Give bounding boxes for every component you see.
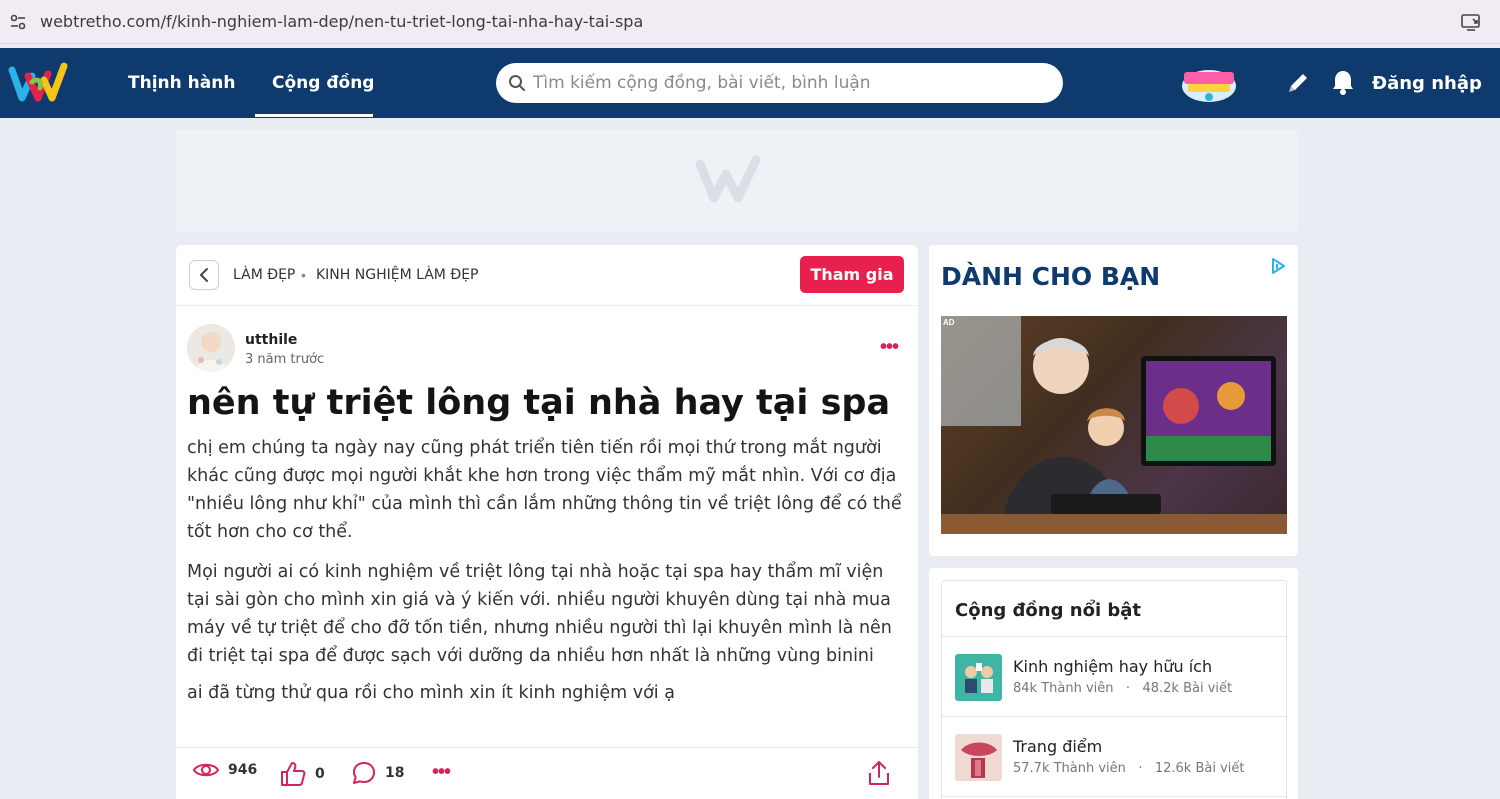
community-posts: 12.6k Bài viết [1154,761,1245,776]
comment-icon [353,762,375,784]
url-text[interactable]: webtretho.com/f/kinh-nghiem-lam-dep/nen-… [40,12,643,31]
join-button[interactable]: Tham gia [800,256,904,293]
breadcrumb-separator: • [301,267,306,283]
stats-separator: · [1125,681,1131,696]
divider [942,716,1286,717]
breadcrumb-category[interactable]: LÀM ĐẸP [233,267,295,283]
post-paragraph: Mọi người ai có kinh nghiệm về triệt lôn… [187,562,892,666]
back-button[interactable] [189,260,219,290]
browser-url-bar: webtretho.com/f/kinh-nghiem-lam-dep/nen-… [0,0,1500,44]
like-count: 0 [315,766,325,782]
divider [176,305,918,306]
search-box[interactable] [496,63,1063,103]
stats-separator: · [1138,761,1143,776]
community-name: Kinh nghiệm hay hữu ích [1013,657,1213,676]
top-navigation: Thịnh hành Cộng đồng Đăng nhập [0,48,1500,118]
comment-count: 18 [385,765,405,781]
baby-avatar-icon [187,324,235,372]
post-time: 3 năm trước [245,352,325,367]
thumbs-up-icon [281,762,306,786]
chevron-left-icon [200,268,208,282]
community-item[interactable]: Trang điểm 57.7k Thành viên · 12.6k Bài … [955,734,1285,794]
community-item[interactable]: Kinh nghiệm hay hữu ích 84k Thành viên ·… [955,654,1285,714]
notification-bell-icon[interactable] [1330,68,1356,96]
share-icon[interactable] [866,759,892,787]
ad-image[interactable]: AD [941,316,1287,534]
ad-label: AD [943,318,955,327]
featured-communities-panel: Cộng đồng nổi bật Kinh nghiệm hay hữu íc… [941,580,1287,799]
featured-communities-card: Cộng đồng nổi bật Kinh nghiệm hay hữu íc… [929,568,1298,799]
nav-community[interactable]: Cộng đồng [272,73,374,93]
eye-icon [192,763,220,777]
view-count-value: 946 [228,762,258,778]
author-avatar[interactable] [187,324,235,372]
site-settings-icon[interactable] [8,12,28,32]
webtretho-logo-icon[interactable] [6,60,70,106]
post-paragraph: ai đã từng thử qua rồi cho mình xin ít k… [187,683,675,703]
ad-choices-icon[interactable] [1269,257,1287,275]
search-input[interactable] [533,63,1033,103]
ad-illustration [941,316,1287,534]
like-button[interactable]: 0 [279,760,325,788]
community-name: Trang điểm [1013,737,1103,756]
login-button[interactable]: Đăng nhập [1372,73,1482,94]
community-posts: 48.2k Bài viết [1142,681,1233,696]
breadcrumb-subcategory[interactable]: KINH NGHIỆM LÀM ĐẸP [316,267,478,283]
post-paragraph: chị em chúng ta ngày nay cũng phát triển… [187,438,902,542]
ad-heading: DÀNH CHO BẠN [941,262,1161,291]
community-members: 84k Thành viên [1013,681,1114,696]
sponsored-card: DÀNH CHO BẠN AD [929,245,1298,556]
nav-trending[interactable]: Thịnh hành [128,73,235,93]
community-thumbnail [955,734,1002,781]
community-stats: 84k Thành viên · 48.2k Bài viết [1013,681,1232,696]
comment-button[interactable]: 18 [351,760,404,786]
community-thumbnail [955,654,1002,701]
post-options-button[interactable]: ••• [880,336,899,359]
placeholder-logo-icon [695,155,761,203]
divider [942,636,1286,637]
divider [942,796,1286,797]
divider [176,747,918,748]
write-post-icon[interactable] [1285,70,1311,96]
search-icon [509,75,525,91]
community-members: 57.7k Thành viên [1013,761,1126,776]
featured-communities-heading: Cộng đồng nổi bật [955,600,1142,621]
post-title: nên tự triệt lông tại nhà hay tại spa [187,383,891,423]
fair-event-badge-icon[interactable] [1176,64,1242,104]
post-card: LÀM ĐẸP • KINH NGHIỆM LÀM ĐẸP Tham gia u… [176,245,918,799]
community-stats: 57.7k Thành viên · 12.6k Bài viết [1013,761,1245,776]
install-app-icon[interactable] [1460,11,1482,33]
view-count: 946 [192,760,257,780]
post-more-actions-button[interactable]: ••• [432,761,451,784]
active-tab-indicator [255,114,373,117]
author-name[interactable]: utthile [245,332,297,348]
